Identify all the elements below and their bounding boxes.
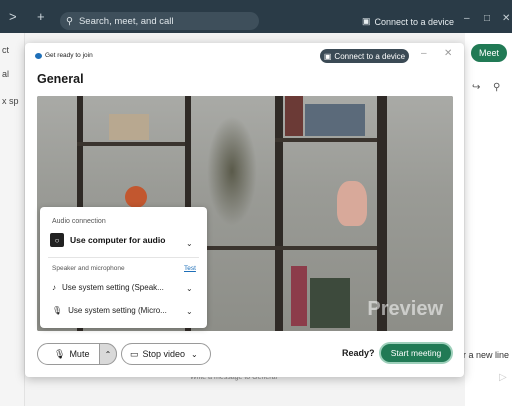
chevron-down-icon[interactable]: ⌄ [186, 239, 193, 248]
new-line-hint: r a new line [463, 350, 510, 360]
screen-icon: ▣ [362, 16, 371, 26]
app-title-bar: > + ⚲ Search, meet, and call ▣ Connect t… [0, 0, 512, 33]
microphone-value: Use system setting (Micro... [68, 306, 167, 315]
chevron-down-icon: ⌄ [191, 349, 198, 359]
dialog-connect-label: Connect to a device [334, 51, 406, 61]
meet-button[interactable]: Meet [471, 44, 507, 62]
speaker-mic-label: Speaker and microphone [52, 265, 125, 272]
plant [207, 116, 257, 226]
shelf-post [377, 96, 387, 331]
test-link[interactable]: Test [184, 265, 196, 272]
connect-device-label: Connect to a device [374, 16, 455, 27]
dialog-title: Get ready to join [35, 52, 93, 59]
plush-toy [125, 186, 147, 208]
picture-frame [109, 114, 149, 140]
search-input[interactable]: ⚲ Search, meet, and call [60, 12, 259, 30]
microphone-icon: 🎙 [54, 348, 66, 359]
search-icon[interactable]: ⚲ [493, 82, 500, 93]
salt-lamp [337, 181, 367, 226]
search-icon: ⚲ [66, 15, 73, 27]
chevron-up-icon[interactable]: ⌃ [99, 343, 117, 365]
audio-option-select[interactable]: ○ Use computer for audio [50, 233, 165, 247]
connect-device-button[interactable]: ▣ Connect to a device [362, 16, 454, 27]
shelf-board [275, 246, 385, 250]
divider [48, 257, 199, 258]
chevron-down-icon[interactable]: ⌄ [186, 307, 193, 316]
book-stack [285, 96, 303, 136]
dialog-close-icon[interactable]: ✕ [444, 48, 452, 59]
close-icon[interactable]: ✕ [502, 13, 510, 24]
minimize-icon[interactable]: – [464, 13, 470, 24]
start-meeting-button[interactable]: Start meeting [381, 344, 451, 362]
sidebar-fragment: al [2, 69, 10, 79]
webex-logo-icon [35, 52, 42, 59]
camera-icon: ▭ [130, 348, 139, 359]
maximize-icon[interactable]: □ [484, 13, 490, 24]
preview-watermark: Preview [367, 298, 443, 320]
microphone-select[interactable]: 🎙 Use system setting (Micro... [52, 306, 167, 315]
audio-connection-panel: Audio connection ○ Use computer for audi… [40, 207, 207, 328]
new-icon[interactable]: + [37, 9, 45, 24]
speaker-value: Use system setting (Speak... [62, 283, 164, 292]
mute-button[interactable]: 🎙 Mute ⌃ [37, 343, 117, 365]
background-sidebar: ct al x sp [0, 33, 25, 406]
stop-video-button[interactable]: ▭ Stop video ⌄ [121, 343, 211, 365]
share-icon[interactable]: ↪ [472, 82, 480, 93]
speaker-select[interactable]: ♪ Use system setting (Speak... [52, 283, 164, 292]
book-stack [305, 104, 365, 136]
stop-video-label: Stop video [142, 349, 186, 359]
dialog-minimize-icon[interactable]: – [421, 48, 427, 59]
speaker-icon: ♪ [52, 283, 56, 292]
back-icon[interactable]: > [9, 9, 17, 24]
computer-audio-icon: ○ [50, 233, 64, 247]
dialog-connect-device-button[interactable]: ▣ Connect to a device [320, 49, 409, 63]
chevron-down-icon[interactable]: ⌄ [186, 284, 193, 293]
mute-label: Mute [69, 349, 90, 359]
audio-connection-title: Audio connection [52, 218, 106, 225]
search-placeholder: Search, meet, and call [78, 15, 174, 27]
book-stack [310, 278, 350, 328]
shelf-board [275, 138, 385, 142]
book-stack [291, 266, 307, 326]
audio-option-label: Use computer for audio [70, 235, 166, 245]
screen-icon: ▣ [323, 51, 332, 61]
send-icon[interactable]: ▷ [499, 372, 507, 383]
sidebar-fragment: x sp [2, 96, 19, 106]
shelf-board [77, 142, 187, 146]
ready-label: Ready? [342, 348, 375, 358]
dialog-title-text: Get ready to join [45, 52, 93, 59]
meeting-heading: General [37, 72, 84, 86]
shelf-post [275, 96, 283, 331]
microphone-icon: 🎙 [52, 306, 63, 315]
sidebar-fragment: ct [2, 45, 10, 55]
